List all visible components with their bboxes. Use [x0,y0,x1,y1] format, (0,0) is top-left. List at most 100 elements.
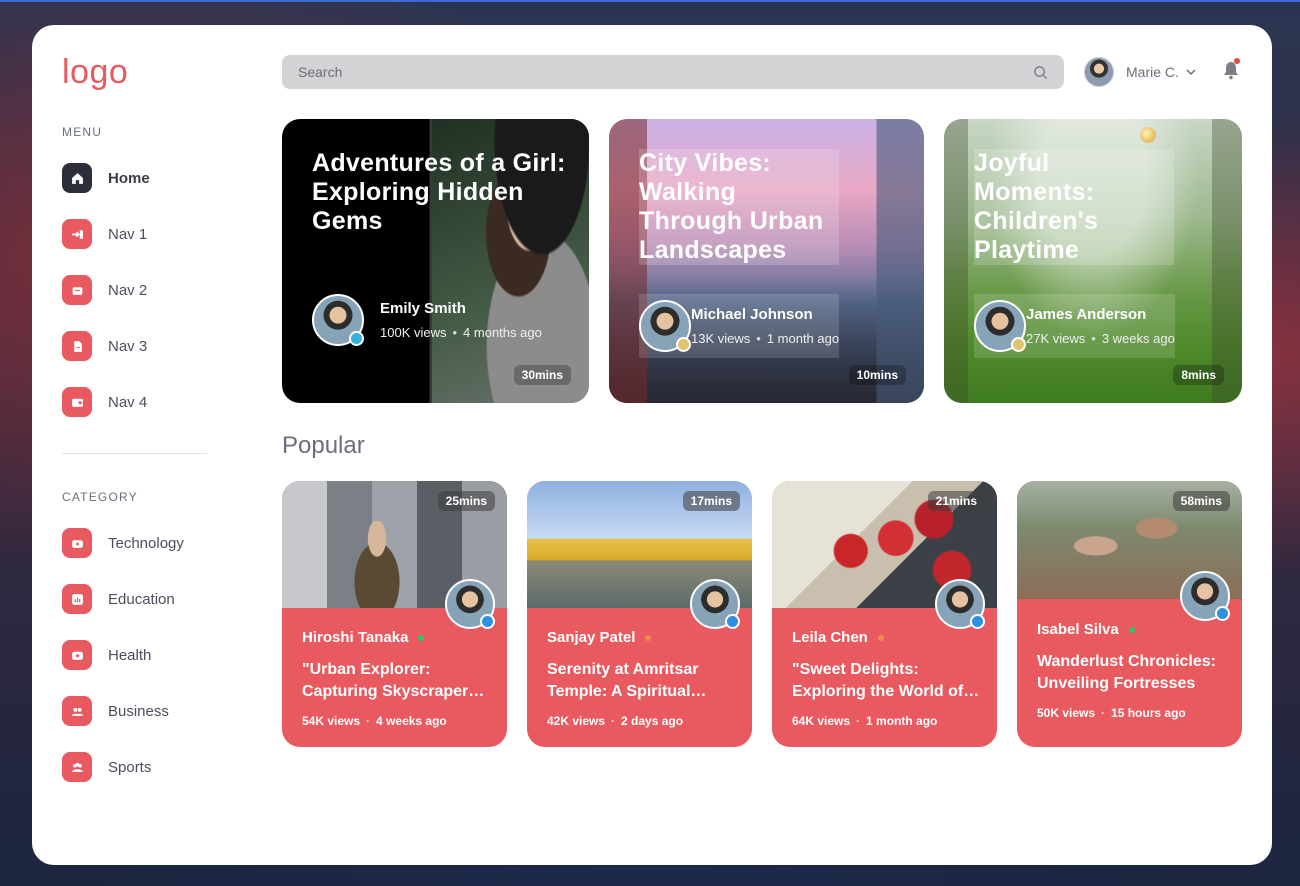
view-count: 100K views [380,325,447,340]
menu-section-title: MENU [62,125,103,139]
sidebar-item-nav-1[interactable]: Nav 1 [62,219,147,249]
inbox-icon [62,275,92,305]
sidebar-item-sports[interactable]: Sports [62,752,151,782]
duration-badge: 21mins [927,491,985,511]
chevron-down-icon [1186,69,1196,76]
ball-graphic [1140,127,1156,143]
video-card[interactable]: 25mins Hiroshi Tanaka "Urban Explorer: C… [282,481,507,747]
duration-badge: 58mins [1172,491,1230,511]
status-dot [1128,626,1135,633]
user-menu[interactable]: Marie C. [1084,57,1197,87]
sidebar-item-education[interactable]: Education [62,584,175,614]
sidebar-item-business[interactable]: Business [62,696,169,726]
sidebar-item-label: Nav 4 [108,393,148,411]
tv-icon [62,528,92,558]
verified-icon [1215,606,1230,621]
posted-time: 4 months ago [463,325,542,340]
logo[interactable]: logo [62,53,128,92]
sidebar-item-label: Sports [108,758,152,776]
verified-icon [349,331,364,346]
duration-badge: 8mins [1173,365,1224,385]
duration-badge: 25mins [437,491,495,511]
featured-title: Joyful Moments: Children's Playtime [974,149,1174,265]
author-name: Emily Smith [380,300,466,317]
sidebar-item-label: Business [108,702,169,720]
video-title: "Urban Explorer: Capturing Skyscraper Si… [302,661,469,700]
user-name: Marie C. [1126,64,1179,80]
avatar[interactable] [690,579,740,629]
sidebar-item-label: Nav 1 [108,225,148,243]
view-count: 50K views [1037,706,1096,720]
posted-time: 1 month ago [866,714,938,728]
sidebar-item-label: Home [108,169,150,187]
status-dot [418,634,425,641]
verified-icon [1011,337,1026,352]
author-name: Hiroshi Tanaka [302,629,409,646]
view-count: 27K views [1026,331,1086,346]
video-card[interactable]: 17mins Sanjay Patel Serenity at Amritsar… [527,481,752,747]
verified-icon [676,337,691,352]
posted-time: 1 month ago [766,331,840,346]
chart-icon [62,584,92,614]
view-count: 42K views [547,714,606,728]
avatar [639,300,691,352]
login-icon [62,219,92,249]
sidebar-item-label: Health [108,646,152,664]
duration-badge: 10mins [848,365,906,385]
video-card[interactable]: 21mins Leila Chen "Sweet Delights: Explo… [772,481,997,747]
featured-card[interactable]: City Vibes: Walking Through Urban Landsc… [609,119,924,403]
status-dot [877,634,884,641]
featured-card[interactable]: Adventures of a Girl: Exploring Hidden G… [282,119,589,403]
video-title: Wanderlust Chronicles: Unveiling Fortres… [1037,653,1216,692]
avatar[interactable] [1180,571,1230,621]
app-window: logo MENU Home Nav 1 Nav 2 Nav 3 Nav 4 C… [32,25,1272,865]
featured-author[interactable]: Emily Smith 100K views • 4 months ago [312,294,542,346]
avatar [974,300,1026,352]
video-title: "Sweet Delights: Exploring the World of … [792,661,964,700]
sidebar-item-health[interactable]: Health [62,640,151,670]
sidebar-item-nav-4[interactable]: Nav 4 [62,387,147,417]
sidebar-item-label: Education [108,590,175,608]
posted-time: 3 weeks ago [1101,331,1175,346]
view-count: 54K views [302,714,361,728]
featured-author[interactable]: James Anderson 27K views • 3 weeks ago [974,294,1175,358]
status-dot [645,634,652,641]
team-icon [62,752,92,782]
featured-author[interactable]: Michael Johnson 13K views • 1 month ago [639,294,840,358]
author-name: Sanjay Patel [547,629,636,646]
category-section-title: CATEGORY [62,490,138,504]
verified-icon [725,614,740,629]
verified-icon [970,614,985,629]
author-name: James Anderson [1026,306,1147,323]
author-name: Michael Johnson [691,306,813,323]
featured-card[interactable]: Joyful Moments: Children's Playtime Jame… [944,119,1242,403]
home-icon [62,163,92,193]
sidebar-item-label: Nav 2 [108,281,148,299]
verified-icon [480,614,495,629]
sidebar-divider [62,453,207,454]
view-count: 13K views [691,331,751,346]
author-name: Leila Chen [792,629,868,646]
sidebar-item-label: Nav 3 [108,337,148,355]
wallet-icon [62,387,92,417]
avatar [1084,57,1114,87]
view-count: 64K views [792,714,851,728]
posted-time: 4 weeks ago [376,714,447,728]
featured-title: City Vibes: Walking Through Urban Landsc… [639,149,839,265]
avatar[interactable] [935,579,985,629]
search-bar[interactable] [282,55,1064,89]
video-title: Serenity at Amritsar Temple: A Spiritual… [547,661,699,700]
search-icon[interactable] [1033,65,1048,80]
video-card[interactable]: 58mins Isabel Silva Wanderlust Chronicle… [1017,481,1242,747]
posted-time: 15 hours ago [1111,706,1186,720]
notification-badge [1234,58,1240,64]
window-edge [0,0,1300,2]
search-input[interactable] [298,64,1033,80]
sidebar-item-technology[interactable]: Technology [62,528,184,558]
sidebar-item-nav-2[interactable]: Nav 2 [62,275,147,305]
sidebar-item-label: Technology [108,534,184,552]
sidebar-item-home[interactable]: Home [62,163,150,193]
users-icon [62,696,92,726]
sidebar-item-nav-3[interactable]: Nav 3 [62,331,147,361]
avatar[interactable] [445,579,495,629]
